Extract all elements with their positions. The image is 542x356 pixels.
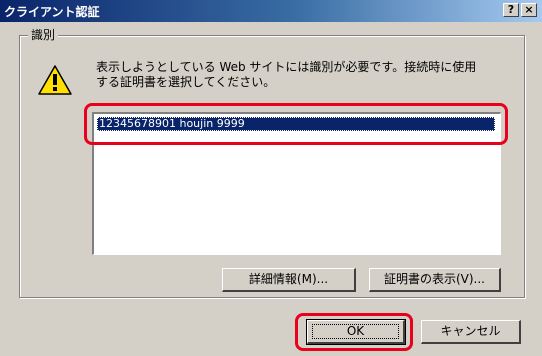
- warning-triangle-icon: [38, 65, 72, 95]
- certificate-item[interactable]: 12345678901 houjin 9999: [97, 117, 495, 131]
- window-title: クライアント認証: [4, 5, 100, 19]
- details-button[interactable]: 詳細情報(M)...: [222, 268, 356, 292]
- identification-message: 表示しようとしている Web サイトには識別が必要です。接続時に使用 する証明書…: [96, 60, 516, 90]
- group-label: 識別: [28, 26, 59, 43]
- cancel-button[interactable]: キャンセル: [421, 320, 521, 344]
- title-bar[interactable]: クライアント認証 ? ×: [0, 0, 542, 22]
- ok-button[interactable]: OK: [306, 319, 406, 345]
- message-line-1: 表示しようとしている Web サイトには識別が必要です。接続時に使用: [96, 60, 477, 74]
- certificate-listbox[interactable]: 12345678901 houjin 9999: [92, 112, 501, 255]
- help-button[interactable]: ?: [503, 3, 519, 17]
- close-button[interactable]: ×: [521, 3, 537, 17]
- view-certificate-button[interactable]: 証明書の表示(V)...: [369, 268, 501, 292]
- message-line-2: する証明書を選択してください。: [96, 75, 276, 89]
- focus-rect: [312, 324, 399, 339]
